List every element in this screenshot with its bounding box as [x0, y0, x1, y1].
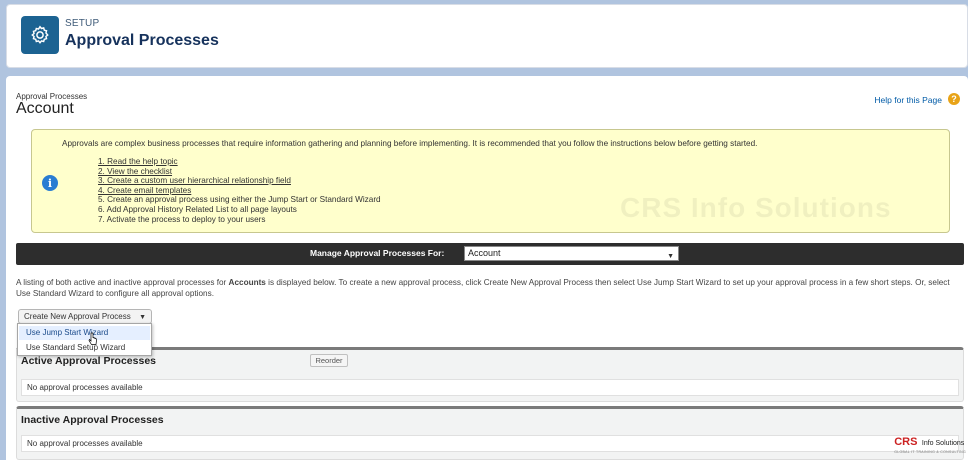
create-approval-process-button[interactable]: Create New Approval Process ▼ — [18, 309, 152, 324]
section-title: Active Approval Processes — [21, 355, 157, 367]
step-help-topic-link[interactable]: 1. Read the help topic — [98, 157, 381, 167]
watermark: CRS Info Solutions — [620, 192, 892, 223]
step-activate: 7. Activate the process to deploy to you… — [98, 214, 266, 224]
step-create-process: 5. Create an approval process using eith… — [98, 195, 381, 205]
setup-header: SETUP Approval Processes — [6, 4, 968, 68]
logo-tagline: GLOBAL IT TRAINING & CONSULTING — [894, 450, 966, 454]
object-select[interactable]: Account ▼ — [464, 246, 679, 261]
logo-brand: CRS — [894, 436, 918, 448]
logo-name: Info Solutions — [921, 440, 965, 447]
question-icon[interactable]: ? — [948, 93, 960, 105]
pointer-cursor-icon — [88, 332, 97, 345]
object-select-value: Account — [468, 248, 501, 258]
info-icon: i — [42, 175, 58, 191]
help-link[interactable]: Help for this Page — [874, 95, 942, 105]
step-add-history: 6. Add Approval History Related List to … — [98, 204, 297, 214]
info-box: i Approvals are complex business process… — [31, 129, 950, 233]
listing-description: A listing of both active and inactive ap… — [16, 278, 956, 299]
menu-item-standard-wizard[interactable]: Use Standard Setup Wizard — [19, 341, 150, 355]
page-title: Account — [16, 100, 74, 117]
instructions-list: 1. Read the help topic 2. View the check… — [98, 157, 381, 224]
setup-label: SETUP — [65, 18, 100, 29]
step-custom-field-link[interactable]: 3. Create a custom user hierarchical rel… — [98, 176, 381, 186]
menu-item-jump-start-wizard[interactable]: Use Jump Start Wizard — [19, 326, 150, 340]
main-panel: Approval Processes Account Help for this… — [6, 76, 968, 460]
info-intro: Approvals are complex business processes… — [62, 139, 758, 148]
create-process-menu: Use Jump Start Wizard Use Standard Setup… — [17, 323, 152, 356]
step-email-templates-link[interactable]: 4. Create email templates — [98, 186, 381, 196]
empty-message: No approval processes available — [21, 435, 959, 452]
listing-text-before: A listing of both active and inactive ap… — [16, 278, 229, 287]
gear-icon — [21, 16, 59, 54]
create-button-label: Create New Approval Process — [24, 312, 131, 321]
empty-message: No approval processes available — [21, 379, 959, 396]
step-checklist-link[interactable]: 2. View the checklist — [98, 167, 381, 177]
chevron-down-icon: ▼ — [667, 253, 674, 260]
active-processes-section: Active Approval Processes Reorder No app… — [16, 347, 964, 402]
manage-bar: Manage Approval Processes For: Account ▼ — [16, 243, 964, 265]
manage-label: Manage Approval Processes For: — [310, 248, 445, 258]
listing-object: Accounts — [228, 278, 266, 287]
section-title: Inactive Approval Processes — [21, 414, 164, 426]
crs-logo: CRS Info Solutions GLOBAL IT TRAINING & … — [894, 432, 966, 454]
inactive-processes-section: Inactive Approval Processes No approval … — [16, 406, 964, 460]
reorder-button[interactable]: Reorder — [310, 354, 348, 367]
header-title: Approval Processes — [65, 32, 219, 49]
